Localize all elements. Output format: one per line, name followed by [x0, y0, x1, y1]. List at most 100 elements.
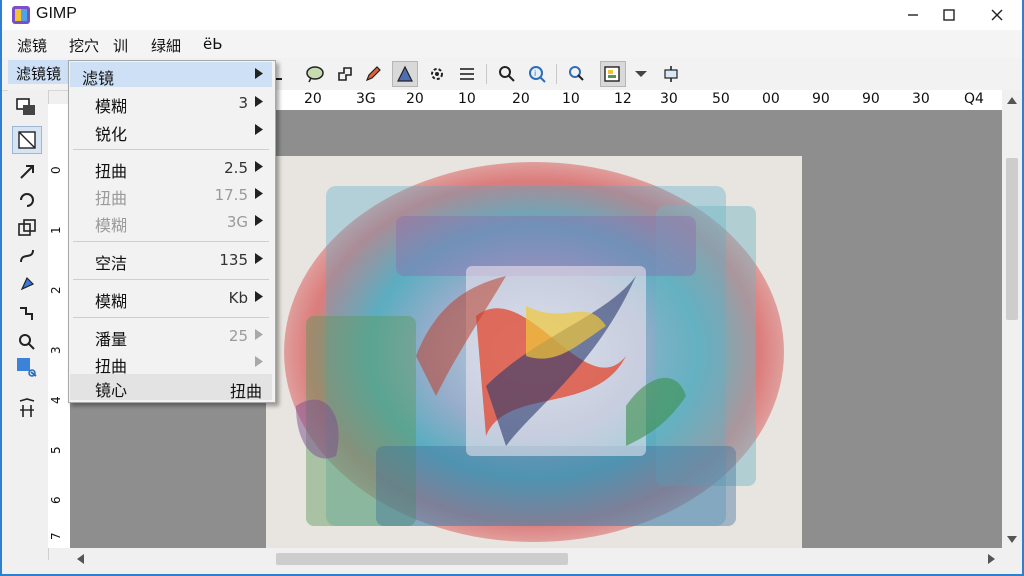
menu-item-mirror-center[interactable]: 镜心 扭曲: [70, 374, 272, 401]
layers-icon: [604, 66, 620, 82]
path-icon: [397, 65, 413, 82]
horizontal-scroll-thumb[interactable]: [276, 553, 568, 565]
toolbox: [8, 90, 49, 560]
submenu-arrow-icon: [255, 291, 263, 302]
ruler-label: 00: [762, 91, 780, 107]
artwork-image: [266, 156, 802, 548]
scroll-left-icon: [77, 554, 84, 564]
ruler-label: 7: [49, 532, 63, 540]
heal-icon: [20, 249, 34, 263]
free-select-button[interactable]: [332, 61, 358, 87]
ruler-label: 20: [406, 91, 424, 107]
pencil-button[interactable]: [360, 61, 386, 87]
ruler-label: 3G: [356, 91, 376, 107]
chevron-down-icon: [635, 71, 647, 77]
ruler-label: 90: [862, 91, 880, 107]
scroll-down-icon: [1007, 536, 1017, 543]
arrow-tool[interactable]: [12, 158, 42, 186]
menu-item-blur[interactable]: 模糊 3: [70, 90, 272, 116]
menu-item-4[interactable]: 绿細: [148, 35, 184, 56]
active-menu-label[interactable]: 滤镜镜: [8, 60, 72, 84]
menu-item-2[interactable]: 挖穴: [66, 35, 102, 56]
submenu-arrow-icon: [255, 188, 263, 199]
ruler-label: 50: [712, 91, 730, 107]
bucket-tool[interactable]: [12, 270, 42, 298]
text-tool-icon: [19, 398, 35, 417]
menu-item-blur-disabled[interactable]: 模糊 3G: [70, 209, 272, 235]
heal-tool[interactable]: [12, 242, 42, 270]
select-tool[interactable]: [12, 126, 42, 154]
menu-filters[interactable]: 滤镜: [14, 35, 50, 56]
submenu-arrow-icon: [255, 356, 263, 367]
clone-icon: [18, 219, 36, 236]
ruler-label: 6: [49, 496, 63, 504]
bucket-icon: [20, 276, 35, 291]
color-picker-icon: [569, 66, 584, 81]
text-tool[interactable]: [12, 394, 42, 422]
arrow-icon: [20, 165, 34, 179]
measure-button[interactable]: [658, 61, 684, 87]
menu-item-label: 扭曲: [95, 189, 128, 208]
menu-separator: [73, 317, 269, 318]
pencil-icon: [365, 66, 381, 82]
title-bar[interactable]: GIMP: [2, 0, 1022, 30]
menu-item-clean[interactable]: 空洁 135: [70, 247, 272, 273]
menu-item-value: 2.5: [224, 159, 248, 177]
menu-item-sharpen[interactable]: 锐化: [70, 118, 272, 144]
maximize-button[interactable]: [926, 0, 972, 30]
menu-separator: [73, 279, 269, 280]
submenu-arrow-icon: [255, 161, 263, 172]
clone-tool[interactable]: [12, 214, 42, 242]
menu-item-blur-kb[interactable]: 模糊 Kb: [70, 285, 272, 311]
rotate-tool[interactable]: [12, 186, 42, 214]
zoom-button[interactable]: [494, 61, 520, 87]
close-button[interactable]: [972, 0, 1022, 30]
vertical-scrollbar[interactable]: [1002, 90, 1022, 548]
measure-icon: [664, 66, 678, 82]
zoom-info-button[interactable]: i: [524, 61, 550, 87]
color-swatch[interactable]: [12, 354, 42, 382]
menu-item-distort-2[interactable]: 扭曲: [70, 350, 272, 376]
ruler-label: Q4: [964, 91, 984, 107]
path-tool-button[interactable]: [392, 61, 418, 87]
submenu-arrow-icon: [255, 329, 263, 340]
dropdown-header[interactable]: 滤镜: [70, 62, 272, 88]
menu-item-distort-disabled[interactable]: 扭曲 17.5: [70, 182, 272, 208]
menu-item-3[interactable]: 训: [110, 35, 131, 56]
scroll-right-icon: [988, 554, 995, 564]
vertical-scroll-thumb[interactable]: [1006, 158, 1018, 320]
zoom-info-icon: i: [529, 66, 546, 83]
color-picker-button[interactable]: [564, 61, 590, 87]
layers-button[interactable]: [600, 61, 626, 87]
menu-item-amount[interactable]: 潘量 25: [70, 323, 272, 349]
dropdown-button[interactable]: [628, 61, 654, 87]
menu-item-distort[interactable]: 扭曲 2.5: [70, 155, 272, 181]
horizontal-scrollbar[interactable]: [70, 548, 1002, 570]
align-button[interactable]: [454, 61, 480, 87]
canvas-image[interactable]: [266, 156, 802, 548]
menu-item-value: 3: [238, 94, 248, 112]
submenu-arrow-icon: [255, 124, 263, 135]
zoom-tool[interactable]: [12, 328, 42, 356]
menu-item-label: 模糊: [95, 292, 128, 311]
path-edit-tool[interactable]: [12, 300, 42, 328]
maximize-icon: [943, 9, 955, 21]
menu-item-5[interactable]: ëЬ: [200, 35, 226, 53]
rect-select-tool[interactable]: [12, 94, 42, 122]
gear-button[interactable]: [424, 61, 450, 87]
ruler-label: 10: [458, 91, 476, 107]
gimp-app-icon: [12, 6, 30, 24]
ruler-label: 3: [49, 346, 63, 354]
ruler-label: 90: [812, 91, 830, 107]
menu-item-value: 17.5: [214, 186, 248, 204]
ruler-label: 30: [660, 91, 678, 107]
menu-separator: [73, 241, 269, 242]
filters-dropdown-menu: 滤镜 模糊 3 锐化 扭曲 2.5 扭曲 17.5 模糊 3G 空洁 135 模…: [68, 60, 276, 403]
ruler-label: 12: [614, 91, 632, 107]
menu-item-label: 模糊: [95, 97, 128, 116]
menu-item-value: Kb: [228, 289, 248, 307]
ruler-label: 20: [512, 91, 530, 107]
align-icon: [460, 68, 474, 80]
lasso-icon: [306, 66, 324, 83]
lasso-button[interactable]: [302, 61, 328, 87]
